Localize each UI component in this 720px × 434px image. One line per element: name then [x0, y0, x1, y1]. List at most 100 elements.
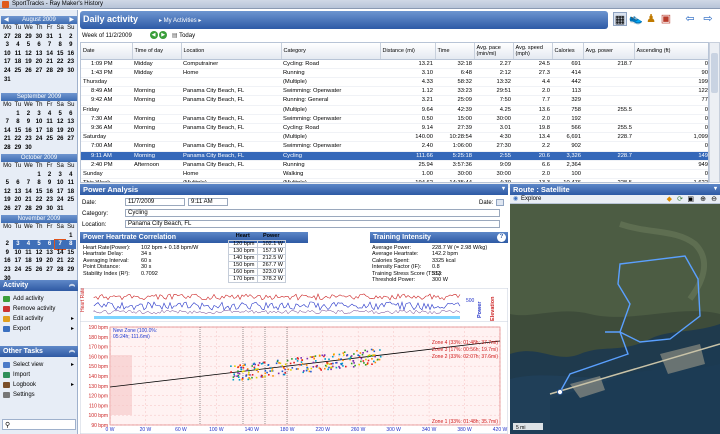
calendar-day[interactable]: 5: [23, 41, 34, 50]
table-row[interactable]: 9:42 AM Morning Panama City Beach, FL Runni…: [81, 95, 708, 106]
calendar-day[interactable]: 11: [65, 179, 76, 188]
table-row[interactable]: 9:11 AM Morning Panama City Beach, FL Cycli…: [81, 151, 708, 161]
settings-task[interactable]: Settings: [3, 390, 76, 400]
category-field[interactable]: Cycling: [125, 209, 500, 217]
calendar-day[interactable]: 3: [55, 171, 66, 180]
column-header[interactable]: Location: [181, 43, 282, 60]
prev-month-icon[interactable]: ◀: [4, 16, 9, 24]
collapse-chevron-icon[interactable]: ︽: [69, 280, 75, 291]
save-map-icon[interactable]: ▣: [687, 195, 694, 204]
equipment-icon[interactable]: ▣: [659, 12, 673, 26]
route-start-marker[interactable]: [557, 389, 563, 395]
calendar-day[interactable]: 16: [44, 188, 55, 197]
location-field[interactable]: Panama City Beach, FL: [125, 220, 500, 228]
calendar-day[interactable]: 25: [65, 196, 76, 205]
calendar-day[interactable]: 29: [55, 67, 66, 76]
calendar-day[interactable]: 13: [13, 188, 24, 197]
calendar-day[interactable]: 10: [2, 50, 13, 59]
calendar-day[interactable]: 22: [65, 257, 76, 266]
calendar-day[interactable]: 8: [13, 118, 24, 127]
calendar-day[interactable]: 4: [44, 110, 55, 119]
calendar-day[interactable]: 10: [13, 249, 24, 258]
calendar-day[interactable]: 8: [34, 179, 45, 188]
calendar-day[interactable]: 17: [55, 188, 66, 197]
calendar-day[interactable]: 3: [12, 240, 24, 249]
calendar-day[interactable]: 13: [34, 50, 45, 59]
calendar-day[interactable]: 24: [2, 67, 13, 76]
time-field[interactable]: 9:11 AM: [188, 198, 228, 206]
table-row[interactable]: 1:09 PM Midday Computrainer Cycling: Road 13…: [81, 59, 708, 69]
calendar-day[interactable]: 17: [13, 257, 24, 266]
calendar-day[interactable]: 21: [55, 257, 66, 266]
collapse-chevron-icon[interactable]: ︽: [69, 346, 75, 357]
grid-vertical-scrollbar[interactable]: [709, 42, 720, 183]
calendar-day[interactable]: 28: [23, 205, 34, 214]
calendar-day[interactable]: 26: [34, 266, 45, 275]
table-row[interactable]: 9:36 AM Morning Panama City Beach, FL Cycli…: [81, 123, 708, 134]
calendar-day[interactable]: 19: [34, 257, 45, 266]
calendar-day[interactable]: 28: [55, 266, 66, 275]
calendar-day[interactable]: 19: [55, 127, 66, 136]
calendar-day[interactable]: 6: [65, 110, 76, 119]
calendar-day[interactable]: 11: [13, 50, 24, 59]
calendar-day[interactable]: 6: [34, 41, 45, 50]
calendar-day[interactable]: 27: [13, 205, 24, 214]
calendar-day[interactable]: 7: [44, 41, 55, 50]
calendar-day[interactable]: 14: [44, 50, 55, 59]
calendar-day[interactable]: 9: [23, 118, 34, 127]
calendar-day[interactable]: 4: [65, 171, 76, 180]
calendar-day[interactable]: 19: [23, 58, 34, 67]
calendar-day[interactable]: 30: [23, 144, 34, 153]
calendar-day[interactable]: 15: [13, 127, 24, 136]
athlete-icon[interactable]: ♟: [644, 12, 658, 26]
calendar-day[interactable]: 1: [65, 232, 76, 241]
calendar-day[interactable]: 13: [65, 118, 76, 127]
table-row[interactable]: Sunday Home Walking 1.00 30:00 30:00 2.0 100 0: [81, 169, 708, 180]
calendar-day[interactable]: 30: [34, 33, 45, 42]
import-task[interactable]: Import: [3, 370, 76, 380]
calendar-day[interactable]: 26: [23, 67, 34, 76]
calendar-day[interactable]: 21: [2, 135, 13, 144]
select-view-task[interactable]: Select view ▸: [3, 360, 76, 370]
edit-activity-task[interactable]: Edit activity ▸: [3, 314, 76, 324]
forward-arrow-icon[interactable]: ⇨: [701, 12, 715, 26]
calendar-day[interactable]: 7: [53, 239, 67, 250]
remove-activity-task[interactable]: Remove activity: [3, 304, 76, 314]
calendar-day[interactable]: 5: [2, 179, 13, 188]
calendar-day[interactable]: 21: [44, 58, 55, 67]
calendar-day[interactable]: 16: [65, 50, 76, 59]
panel-menu-chevron-icon[interactable]: ▾: [502, 184, 505, 195]
calendar-day[interactable]: 29: [13, 144, 24, 153]
previous-week-icon[interactable]: ◀: [149, 31, 158, 40]
calendar-day[interactable]: 26: [2, 205, 13, 214]
date-picker-icon[interactable]: [496, 199, 504, 206]
calendar-day[interactable]: 18: [13, 58, 24, 67]
calendar-day[interactable]: 8: [55, 41, 66, 50]
table-row[interactable]: Saturday (Multiple) 140.00 10:28:54 4:30 13.4…: [81, 132, 708, 143]
calendar-day[interactable]: 10: [55, 179, 66, 188]
calendar-day[interactable]: 8: [65, 240, 77, 249]
calendar-day[interactable]: 25: [23, 266, 34, 275]
today-button[interactable]: Today: [179, 33, 195, 39]
breadcrumb[interactable]: ▸ My Activities ▸: [159, 17, 201, 24]
calendar-day[interactable]: 2: [44, 171, 55, 180]
calendar-day[interactable]: 18: [44, 127, 55, 136]
calendar-day[interactable]: 5: [55, 110, 66, 119]
calendar-day[interactable]: 3: [34, 110, 45, 119]
date-field[interactable]: 11/7/2009: [125, 198, 185, 206]
zoom-out-icon[interactable]: ⊖: [711, 195, 717, 204]
calendar-day[interactable]: 16: [2, 257, 13, 266]
calendar-day[interactable]: 6: [13, 179, 24, 188]
column-header[interactable]: Time of day: [132, 43, 182, 60]
column-header[interactable]: Distance (mi): [380, 43, 436, 60]
calendar-day[interactable]: 1: [13, 110, 24, 119]
calendar-day[interactable]: 12: [2, 188, 13, 197]
calendar-view-icon[interactable]: ▦: [613, 12, 627, 26]
calendar-day[interactable]: 28: [13, 33, 24, 42]
calendar-day[interactable]: 11: [44, 118, 55, 127]
column-header[interactable]: Avg. power: [583, 43, 635, 60]
zoom-in-icon[interactable]: ⊕: [700, 195, 706, 204]
explore-button[interactable]: Explore: [521, 195, 541, 204]
calendar-day[interactable]: 2: [65, 33, 76, 42]
table-row[interactable]: 7:00 AM Morning Panama City Beach, FL Swimm…: [81, 141, 708, 152]
